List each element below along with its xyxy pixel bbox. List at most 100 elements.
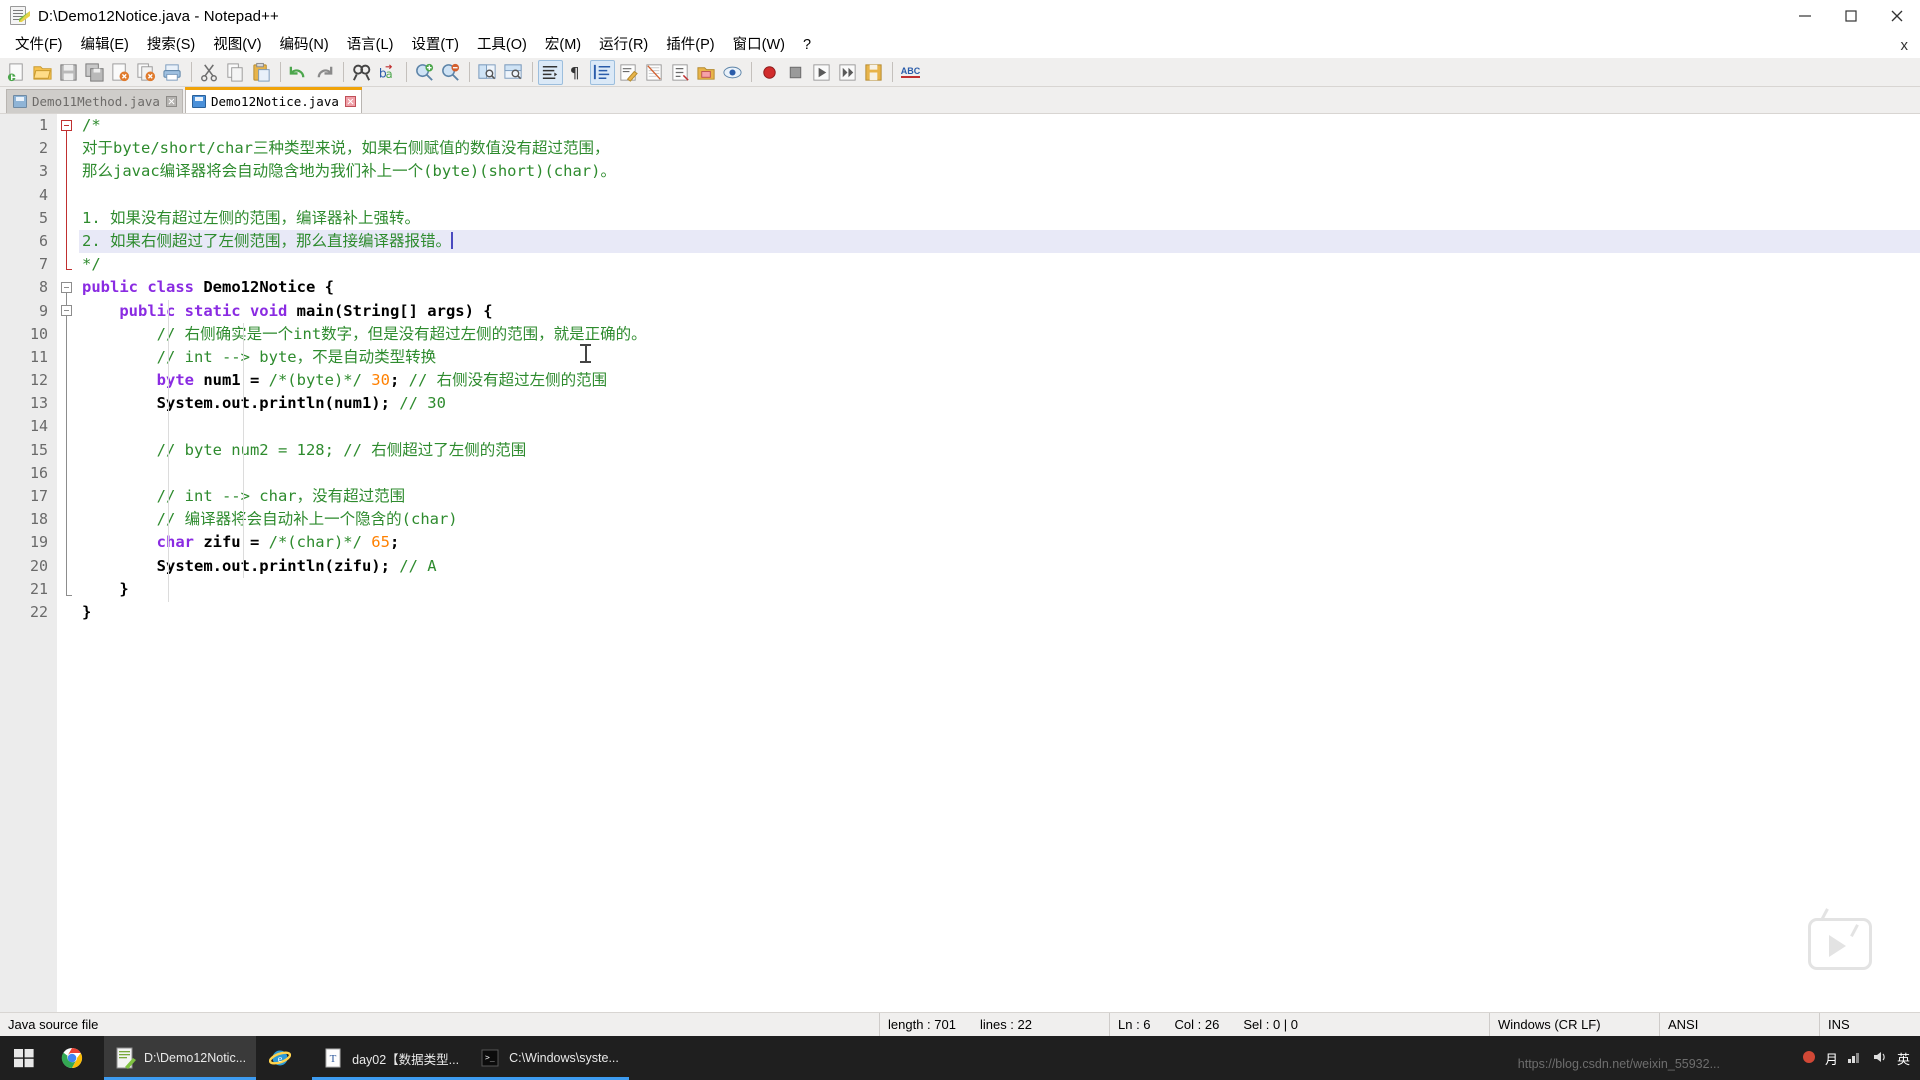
macro-stop-icon[interactable] [783,60,808,85]
fold-marker-line-9[interactable] [61,305,72,316]
tab-close-icon[interactable] [344,95,356,107]
taskbar-item-notepad-plus-plus[interactable]: D:\Demo12Notic... [104,1036,257,1080]
document-map-icon[interactable] [642,60,667,85]
copy-icon[interactable] [223,60,248,85]
menu-item-5[interactable]: 语言(L) [338,34,403,57]
menu-item-7[interactable]: 工具(O) [468,34,536,57]
menu-item-12[interactable]: ? [794,34,820,57]
zoom-out-icon[interactable] [438,60,463,85]
zoom-in-icon[interactable] [412,60,437,85]
code-line[interactable] [79,462,1920,485]
macro-record-icon[interactable] [757,60,782,85]
code-line[interactable]: 对于byte/short/char三种类型来说，如果右侧赋值的数值没有超过范围， [79,137,1920,160]
paste-icon[interactable] [249,60,274,85]
redo-icon[interactable] [312,60,337,85]
code-line[interactable]: */ [79,253,1920,276]
menu-item-4[interactable]: 编码(N) [271,34,338,57]
code-line[interactable]: System.out.println(num1); // 30 [79,392,1920,415]
find-icon[interactable] [349,60,374,85]
minimize-button[interactable] [1782,0,1828,33]
user-defined-language-icon[interactable] [616,60,641,85]
word-wrap-icon[interactable] [538,59,563,85]
code-line[interactable]: 1. 如果没有超过左侧的范围，编译器补上强转。 [79,207,1920,230]
start-button[interactable] [0,1036,48,1080]
save-all-icon[interactable] [82,60,107,85]
macro-play-multiple-icon[interactable] [835,60,860,85]
sync-vertical-scroll-icon[interactable] [475,60,500,85]
tray-ime-extra[interactable]: 月 [1825,1049,1838,1068]
code-token-op: System.out.println(num1); [82,394,400,413]
menu-item-1[interactable]: 编辑(E) [72,34,138,57]
taskbar-item-internet-explorer[interactable]: e [256,1036,312,1080]
menu-item-11[interactable]: 窗口(W) [724,34,794,57]
menu-item-0[interactable]: 文件(F) [6,34,72,57]
menu-item-10[interactable]: 插件(P) [657,34,723,57]
save-icon[interactable] [56,60,81,85]
maximize-button[interactable] [1828,0,1874,33]
show-all-characters-icon[interactable]: ¶ [564,60,589,85]
code-canvas[interactable]: /* 对于byte/short/char三种类型来说，如果右侧赋值的数值没有超过范… [79,114,1920,1012]
code-line[interactable]: // int --> char，没有超过范围 [79,485,1920,508]
taskbar-item-chrome[interactable] [48,1036,104,1080]
sync-horizontal-scroll-icon[interactable] [501,60,526,85]
code-line[interactable]: byte num1 = /*(byte)*/ 30; // 右侧没有超过左侧的范… [79,369,1920,392]
code-line[interactable] [79,184,1920,207]
replace-icon[interactable]: ba [375,60,400,85]
code-line[interactable]: public static void main(String[] args) { [79,300,1920,323]
toolbar-separator [343,62,344,82]
menu-item-3[interactable]: 视图(V) [204,34,270,57]
fold-marker-line-8[interactable] [61,282,72,293]
open-file-icon[interactable] [30,60,55,85]
code-line[interactable] [79,415,1920,438]
menu-item-8[interactable]: 宏(M) [536,34,590,57]
menu-item-2[interactable]: 搜索(S) [138,34,204,57]
code-line[interactable]: // 编译器将会自动补上一个隐含的(char) [79,508,1920,531]
text-caret [451,231,453,249]
code-line[interactable]: char zifu = /*(char)*/ 65; [79,531,1920,554]
tab-inactive-0[interactable]: Demo11Method.java [6,89,183,113]
code-line[interactable]: 2. 如果右侧超过了左侧范围，那么直接编译器报错。 [79,229,1920,254]
undo-icon[interactable] [286,60,311,85]
cut-icon[interactable] [197,60,222,85]
fold-marker-line-1[interactable] [61,120,72,131]
svg-text:e: e [278,1054,283,1065]
code-line[interactable]: System.out.println(zifu); // A [79,555,1920,578]
new-file-icon[interactable] [4,60,29,85]
code-line[interactable]: } [79,578,1920,601]
code-line[interactable]: // int --> byte，不是自动类型转换 [79,346,1920,369]
taskbar-item-command-prompt[interactable]: >_ C:\Windows\syste... [469,1036,629,1080]
code-line[interactable]: public class Demo12Notice { [79,276,1920,299]
tab-active-1[interactable]: Demo12Notice.java [184,87,362,113]
code-token-nu: 65 [371,533,390,552]
fold-end-class [66,595,72,596]
code-folding-column[interactable] [57,114,79,1012]
code-line[interactable]: } [79,601,1920,624]
close-all-files-icon[interactable] [134,60,159,85]
tray-ime-indicator[interactable]: 英 [1897,1049,1910,1068]
function-list-icon[interactable] [668,60,693,85]
code-line[interactable]: // 右侧确实是一个int数字，但是没有超过左侧的范围，就是正确的。 [79,323,1920,346]
menu-item-9[interactable]: 运行(R) [590,34,657,57]
code-line[interactable]: // byte num2 = 128; // 右侧超过了左侧的范围 [79,439,1920,462]
folder-as-workspace-icon[interactable] [694,60,719,85]
spell-check-icon[interactable]: ABC [898,60,923,85]
code-line[interactable]: /* [79,114,1920,137]
fold-range-class [66,293,67,595]
tray-hidden-icons[interactable] [1802,1050,1816,1067]
code-line[interactable]: 那么javac编译器将会自动隐含地为我们补上一个(byte)(short)(ch… [79,160,1920,183]
close-document-icon[interactable]: x [1901,37,1909,54]
close-file-icon[interactable] [108,60,133,85]
macro-play-icon[interactable] [809,60,834,85]
taskbar-item-word-document[interactable]: T day02【数据类型... [312,1036,470,1080]
code-token-op: } [82,602,92,621]
volume-icon[interactable] [1872,1050,1888,1067]
tab-close-icon[interactable] [165,96,177,107]
indent-guideline-icon[interactable] [590,59,615,85]
network-icon[interactable] [1847,1050,1863,1067]
close-button[interactable] [1874,0,1920,33]
monitoring-icon[interactable] [720,60,745,85]
macro-save-icon[interactable] [861,60,886,85]
print-icon[interactable] [160,60,185,85]
line-number: 11 [29,347,48,366]
menu-item-6[interactable]: 设置(T) [402,34,468,57]
